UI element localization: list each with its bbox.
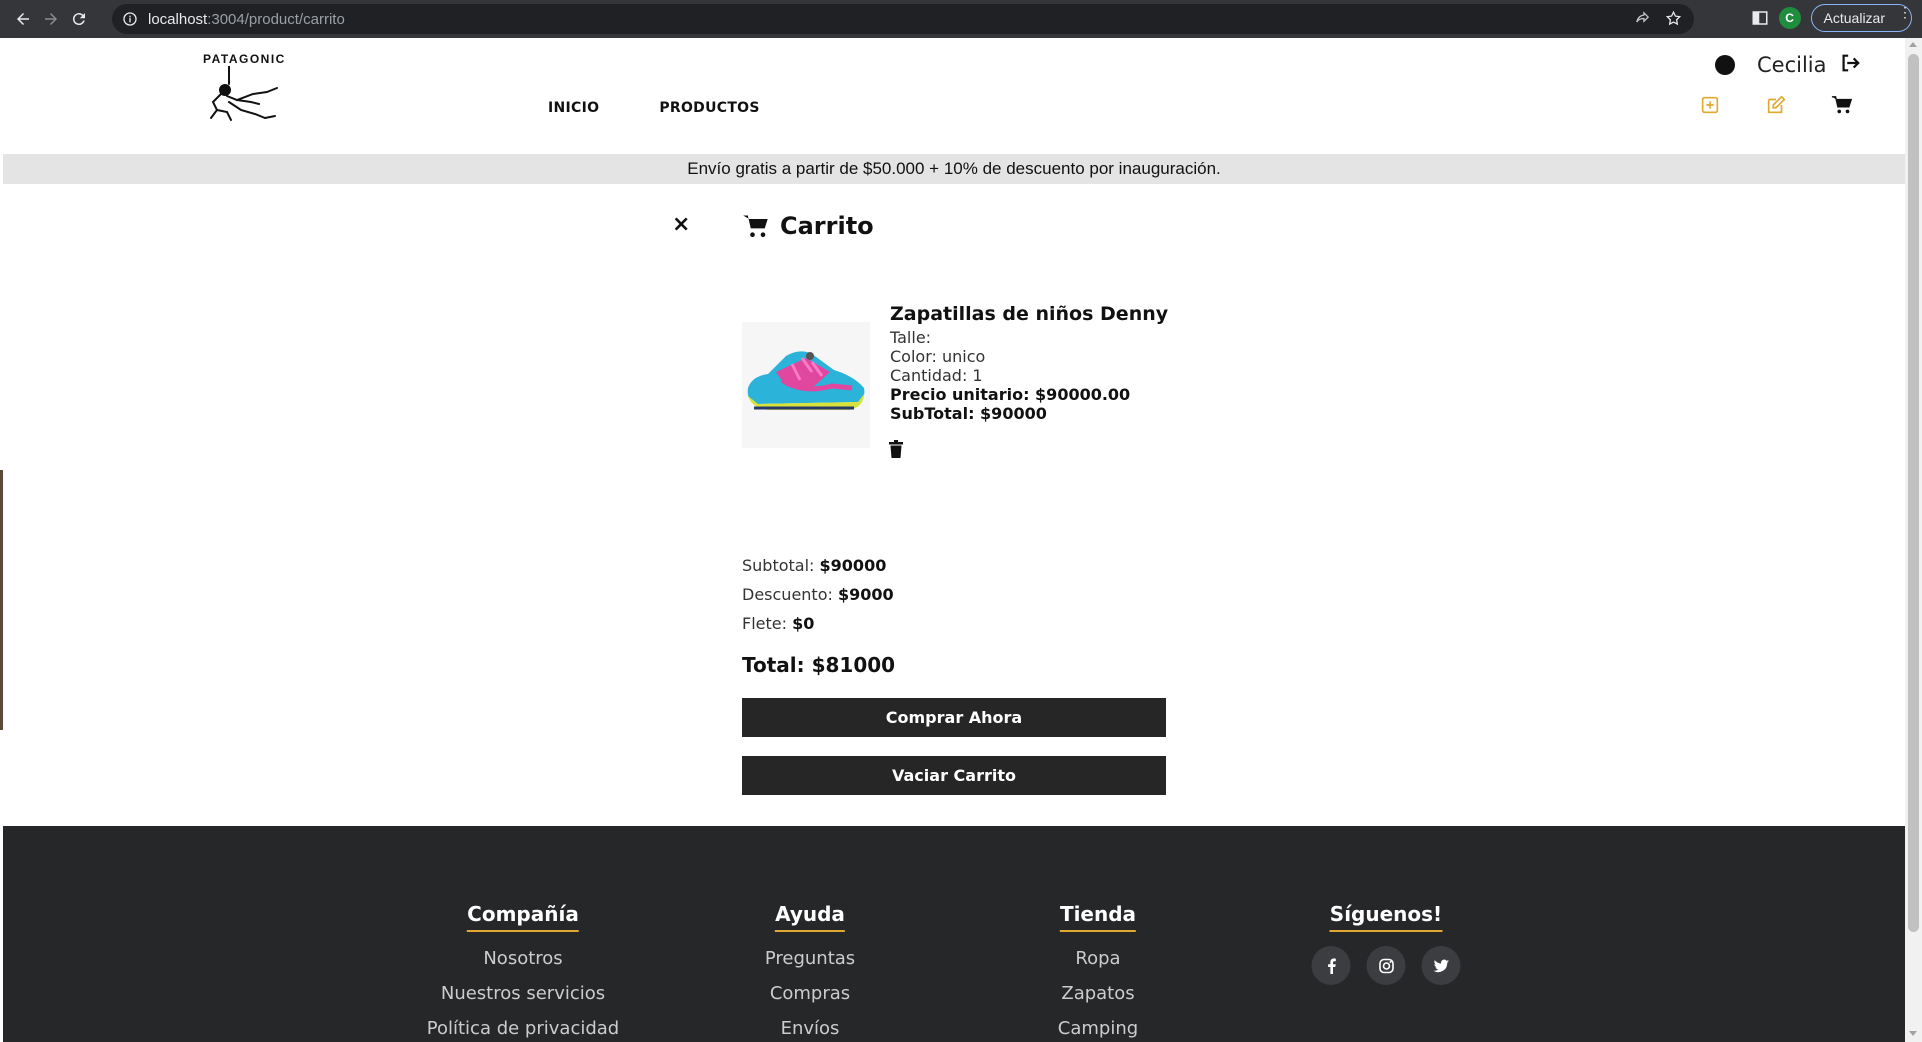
site-header: PATAGONIC INICIO PRODUCTOS Cecilia xyxy=(3,38,1905,154)
subtotal-value: $90000 xyxy=(819,556,887,575)
footer-link[interactable]: Preguntas xyxy=(765,948,855,969)
user-name[interactable]: Cecilia xyxy=(1757,53,1827,77)
instagram-icon xyxy=(1378,958,1394,973)
sneaker-icon xyxy=(747,351,865,410)
header-tools xyxy=(1699,94,1853,120)
facebook-icon xyxy=(1327,958,1336,974)
nav-productos[interactable]: PRODUCTOS xyxy=(659,100,759,116)
twitter-button[interactable] xyxy=(1421,946,1461,985)
browser-toolbar: localhost:3004/product/carrito C Actuali… xyxy=(0,0,1922,38)
item-subtotal: SubTotal: $90000 xyxy=(890,404,1047,423)
reload-button[interactable] xyxy=(66,6,92,32)
star-icon[interactable] xyxy=(1665,10,1682,27)
close-icon[interactable]: × xyxy=(672,212,690,237)
edit-product-button[interactable] xyxy=(1765,94,1787,120)
item-name[interactable]: Zapatillas de niños Denny xyxy=(890,302,1168,326)
scroll-down-icon[interactable] xyxy=(1909,1031,1917,1036)
item-cantidad: Cantidad: 1 xyxy=(890,366,983,385)
arrow-right-icon xyxy=(45,13,57,25)
footer-link[interactable]: Camping xyxy=(1058,1018,1138,1039)
nav-inicio[interactable]: INICIO xyxy=(548,100,599,116)
logo-text: PATAGONIC xyxy=(203,52,286,66)
info-icon[interactable] xyxy=(122,11,138,27)
arrow-left-icon xyxy=(17,13,29,25)
summary-subtotal: Subtotal: $90000 xyxy=(742,556,887,575)
main-nav: INICIO PRODUCTOS xyxy=(548,100,760,116)
logo[interactable]: PATAGONIC xyxy=(203,52,293,126)
user-area: Cecilia xyxy=(1715,52,1861,78)
item-color: Color: unico xyxy=(890,347,986,366)
facebook-button[interactable] xyxy=(1311,946,1351,985)
cart-icon xyxy=(1831,96,1853,114)
footer-link[interactable]: Nosotros xyxy=(427,948,619,969)
summary-flete: Flete: $0 xyxy=(742,614,815,633)
update-button[interactable]: Actualizar ⋮ xyxy=(1810,4,1912,32)
back-button[interactable] xyxy=(10,6,36,32)
cart-button[interactable] xyxy=(1831,94,1853,120)
empty-cart-button[interactable]: Vaciar Carrito xyxy=(742,756,1166,795)
climber-logo-icon xyxy=(210,66,278,121)
side-panel-icon[interactable] xyxy=(1751,9,1769,27)
reload-icon xyxy=(72,13,85,26)
social-links xyxy=(1311,946,1461,985)
buy-now-button[interactable]: Comprar Ahora xyxy=(742,698,1166,737)
footer-heading: Tienda xyxy=(1059,902,1137,932)
footer-col-social: Síguenos! xyxy=(1311,902,1461,985)
address-bar[interactable]: localhost:3004/product/carrito xyxy=(112,4,1694,34)
footer-link[interactable]: Zapatos xyxy=(1058,983,1138,1004)
logout-icon xyxy=(1841,54,1860,72)
footer-heading: Síguenos! xyxy=(1329,902,1443,932)
descuento-value: $9000 xyxy=(837,585,894,604)
promo-banner: Envío gratis a partir de $50.000 + 10% d… xyxy=(3,154,1905,184)
add-product-button[interactable] xyxy=(1699,94,1721,120)
user-avatar[interactable] xyxy=(1715,55,1735,75)
trash-icon[interactable] xyxy=(889,440,903,458)
url-text[interactable]: localhost:3004/product/carrito xyxy=(148,11,345,28)
share-icon[interactable] xyxy=(1634,10,1651,27)
forward-button[interactable] xyxy=(38,6,64,32)
cart-title: Carrito xyxy=(742,212,874,240)
footer-col-compania: Compañía Nosotros Nuestros servicios Pol… xyxy=(427,902,619,1039)
item-talle: Talle: xyxy=(890,328,932,347)
footer-link[interactable]: Envíos xyxy=(765,1018,855,1039)
footer-col-tienda: Tienda Ropa Zapatos Camping xyxy=(1058,902,1138,1039)
product-image xyxy=(742,322,870,448)
order-total: Total: $81000 xyxy=(742,653,896,677)
cart-item: Zapatillas de niños Denny Talle: Color: … xyxy=(890,302,1168,423)
more-menu-icon[interactable]: ⋮ xyxy=(1898,5,1912,19)
page-title: Carrito xyxy=(780,212,874,240)
footer-link[interactable]: Compras xyxy=(765,983,855,1004)
item-unit-price: Precio unitario: $90000.00 xyxy=(890,385,1131,404)
edit-icon xyxy=(1767,95,1786,114)
scroll-up-icon[interactable] xyxy=(1909,42,1917,47)
cart-icon xyxy=(743,215,768,238)
page-scrollbar[interactable] xyxy=(1905,38,1922,1042)
twitter-icon xyxy=(1433,959,1449,972)
logout-button[interactable] xyxy=(1839,52,1861,78)
scroll-thumb[interactable] xyxy=(1908,54,1919,932)
footer-link[interactable]: Ropa xyxy=(1058,948,1138,969)
profile-avatar[interactable]: C xyxy=(1778,7,1801,29)
footer-heading: Compañía xyxy=(467,902,579,932)
site-footer: Compañía Nosotros Nuestros servicios Pol… xyxy=(3,826,1905,1042)
footer-link[interactable]: Nuestros servicios xyxy=(427,983,619,1004)
footer-heading: Ayuda xyxy=(775,902,845,932)
plus-square-icon xyxy=(1701,96,1719,114)
instagram-button[interactable] xyxy=(1366,946,1406,985)
flete-value: $0 xyxy=(792,614,815,633)
background-window-edge xyxy=(0,470,3,730)
summary-descuento: Descuento: $9000 xyxy=(742,585,894,604)
footer-col-ayuda: Ayuda Preguntas Compras Envíos xyxy=(765,902,855,1039)
footer-link[interactable]: Política de privacidad xyxy=(427,1018,619,1039)
order-summary: Subtotal: $90000 Descuento: $9000 Flete:… xyxy=(742,554,894,641)
